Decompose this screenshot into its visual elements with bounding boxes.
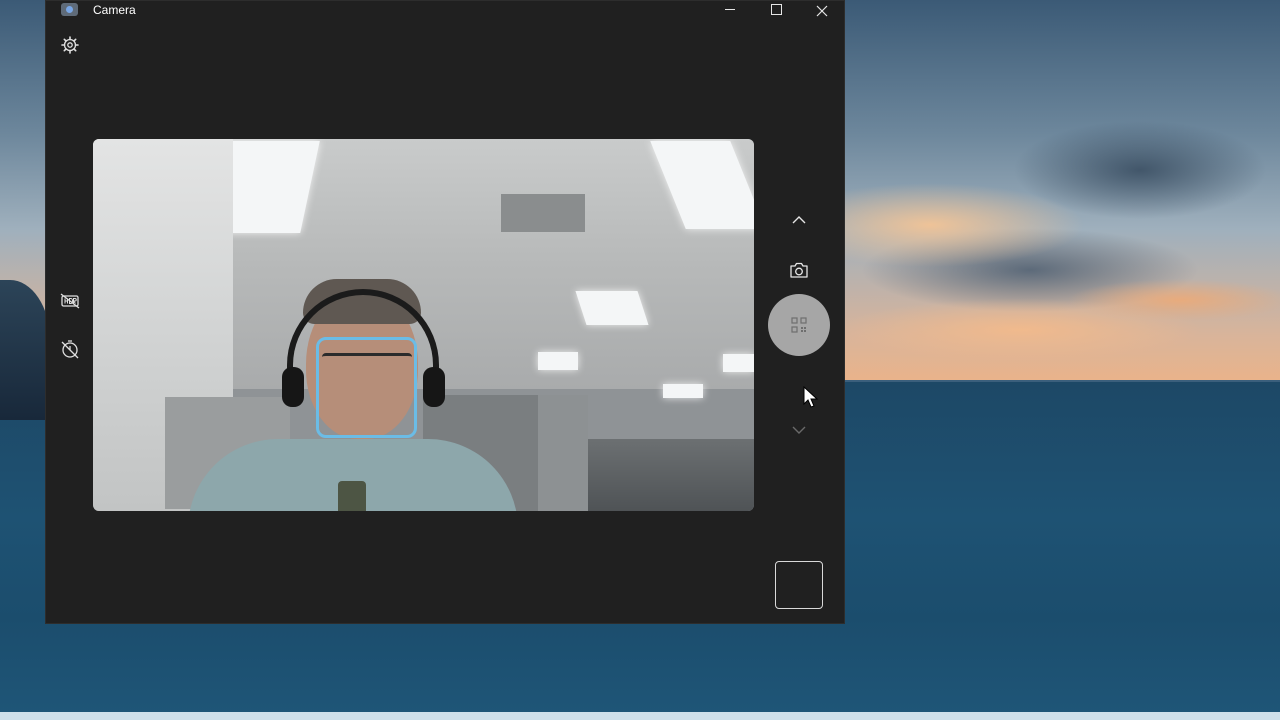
qr-code-icon xyxy=(791,317,807,333)
preview-headset-earcup xyxy=(423,367,445,407)
preview-headset-earcup xyxy=(282,367,304,407)
maximize-button[interactable] xyxy=(753,1,799,21)
hdr-toggle-button[interactable] xyxy=(58,289,82,313)
title-bar[interactable]: Camera xyxy=(46,1,844,21)
window-title: Camera xyxy=(93,3,136,17)
preview-person-tie xyxy=(338,481,366,511)
close-icon xyxy=(816,5,828,17)
shutter-button[interactable] xyxy=(768,294,830,356)
minimize-button[interactable] xyxy=(707,1,753,21)
maximize-icon xyxy=(771,4,782,15)
camera-app-icon xyxy=(61,3,78,16)
gear-icon xyxy=(61,36,79,54)
camera-window[interactable]: Camera xyxy=(45,0,845,624)
preview-cubicle xyxy=(538,395,588,511)
pointer-icon xyxy=(803,385,819,408)
taskbar-edge xyxy=(0,712,1280,720)
camera-viewfinder[interactable] xyxy=(93,139,754,511)
preview-office-floor xyxy=(588,439,754,511)
minimize-icon xyxy=(725,9,735,10)
face-detection-box xyxy=(316,337,417,438)
timer-off-icon xyxy=(61,340,79,359)
preview-ceiling-light xyxy=(538,352,578,370)
chevron-down-icon xyxy=(792,426,806,434)
timer-toggle-button[interactable] xyxy=(58,337,82,361)
mouse-cursor xyxy=(803,385,819,410)
mode-down-button[interactable] xyxy=(789,423,809,437)
settings-button[interactable] xyxy=(58,33,82,57)
preview-ceiling-light xyxy=(575,291,649,325)
photo-mode-button[interactable] xyxy=(787,259,811,281)
chevron-up-icon xyxy=(792,216,806,224)
preview-ceiling-light xyxy=(663,384,703,398)
preview-ceiling-vent xyxy=(501,194,585,232)
hdr-off-icon xyxy=(60,293,80,309)
close-button[interactable] xyxy=(799,1,845,21)
last-capture-thumbnail[interactable] xyxy=(775,561,823,609)
camera-icon xyxy=(790,262,808,278)
preview-ceiling-light xyxy=(723,354,754,372)
mode-up-button[interactable] xyxy=(789,213,809,227)
